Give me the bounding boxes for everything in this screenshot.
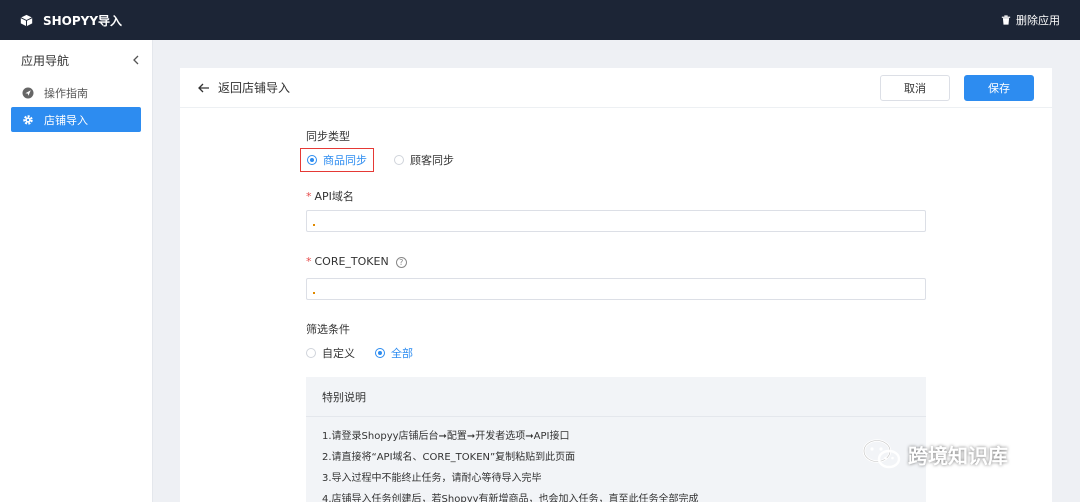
chevron-left-icon[interactable] bbox=[132, 55, 140, 65]
save-button[interactable]: 保存 bbox=[964, 75, 1034, 101]
list-item: 4.店铺导入任务创建后，若Shopyy有新增商品，也会加入任务，直至此任务全部完… bbox=[322, 494, 699, 502]
filter-label: 筛选条件 bbox=[306, 323, 350, 336]
radio-label: 顾客同步 bbox=[410, 154, 454, 167]
input-cursor bbox=[313, 292, 315, 294]
core-token-label: * CORE_TOKEN? bbox=[306, 255, 407, 268]
required-mark: * bbox=[306, 255, 312, 268]
radio-dot bbox=[375, 348, 385, 358]
radio-dot bbox=[394, 155, 404, 165]
delete-app-label: 删除应用 bbox=[1016, 14, 1060, 27]
arrow-left-icon bbox=[198, 83, 209, 92]
notes-title: 特别说明 bbox=[306, 377, 926, 417]
radio-dot bbox=[307, 155, 317, 165]
gear-icon bbox=[23, 114, 33, 125]
list-item: 2.请直接将“API域名、CORE_TOKEN”复制粘贴到此页面 bbox=[322, 452, 576, 463]
radio-all[interactable]: 全部 bbox=[375, 345, 413, 361]
sidebar-item-guide[interactable]: 操作指南 bbox=[11, 80, 141, 105]
api-domain-input[interactable] bbox=[306, 210, 926, 232]
list-item: 3.导入过程中不能终止任务，请耐心等待导入完毕 bbox=[322, 473, 542, 484]
api-domain-label-text: API域名 bbox=[314, 190, 354, 203]
main-card: 返回店铺导入 取消 保存 同步类型 商品同步 顾客同步 * API域名 * CORE… bbox=[180, 68, 1052, 502]
back-label: 返回店铺导入 bbox=[218, 81, 291, 95]
radio-label: 全部 bbox=[391, 347, 413, 360]
delete-app-button[interactable]: 删除应用 bbox=[1001, 12, 1060, 28]
notes-list: 1.请登录Shopyy店铺后台➞配置➞开发者选项➞API接口 2.请直接将“AP… bbox=[306, 417, 926, 502]
sidebar-item-store-import[interactable]: 店铺导入 bbox=[11, 107, 141, 132]
sync-type-radio-group: 商品同步 顾客同步 bbox=[300, 148, 474, 172]
top-bar: SHOPYY导入 删除应用 bbox=[0, 0, 1080, 40]
radio-dot bbox=[306, 348, 316, 358]
watermark-text: 跨境知识库 bbox=[908, 443, 1008, 468]
radio-product-sync[interactable]: 商品同步 bbox=[300, 148, 374, 172]
sidebar-header: 应用导航 bbox=[0, 40, 152, 80]
input-cursor bbox=[313, 224, 315, 226]
sidebar: 应用导航 操作指南 店铺导入 bbox=[0, 40, 153, 502]
special-notes: 特别说明 1.请登录Shopyy店铺后台➞配置➞开发者选项➞API接口 2.请直… bbox=[306, 377, 926, 502]
radio-label: 自定义 bbox=[322, 347, 355, 360]
back-link[interactable]: 返回店铺导入 bbox=[198, 79, 290, 96]
sidebar-item-label: 操作指南 bbox=[44, 86, 88, 100]
card-header: 返回店铺导入 取消 保存 bbox=[180, 68, 1052, 108]
list-item: 1.请登录Shopyy店铺后台➞配置➞开发者选项➞API接口 bbox=[322, 431, 570, 442]
radio-label: 商品同步 bbox=[323, 154, 367, 167]
radio-customer-sync[interactable]: 顾客同步 bbox=[394, 152, 454, 168]
cube-icon bbox=[20, 14, 33, 26]
app-title: SHOPYY导入 bbox=[43, 13, 123, 28]
wechat-icon bbox=[862, 439, 901, 469]
radio-custom[interactable]: 自定义 bbox=[306, 345, 355, 361]
sidebar-title: 应用导航 bbox=[21, 53, 70, 68]
watermark: 跨境知识库 bbox=[862, 438, 1008, 470]
trash-icon bbox=[1001, 15, 1011, 25]
api-domain-label: * API域名 bbox=[306, 188, 354, 204]
required-mark: * bbox=[306, 190, 312, 203]
help-icon[interactable]: ? bbox=[395, 256, 407, 268]
app-brand: SHOPYY导入 bbox=[20, 12, 122, 29]
sync-type-label: 同步类型 bbox=[306, 130, 350, 143]
cancel-button[interactable]: 取消 bbox=[880, 75, 950, 101]
core-token-label-text: CORE_TOKEN bbox=[314, 255, 389, 268]
navigation-icon bbox=[22, 87, 34, 98]
sidebar-item-label: 店铺导入 bbox=[44, 113, 88, 127]
core-token-input[interactable] bbox=[306, 278, 926, 300]
filter-radio-group: 自定义 全部 bbox=[306, 345, 433, 361]
